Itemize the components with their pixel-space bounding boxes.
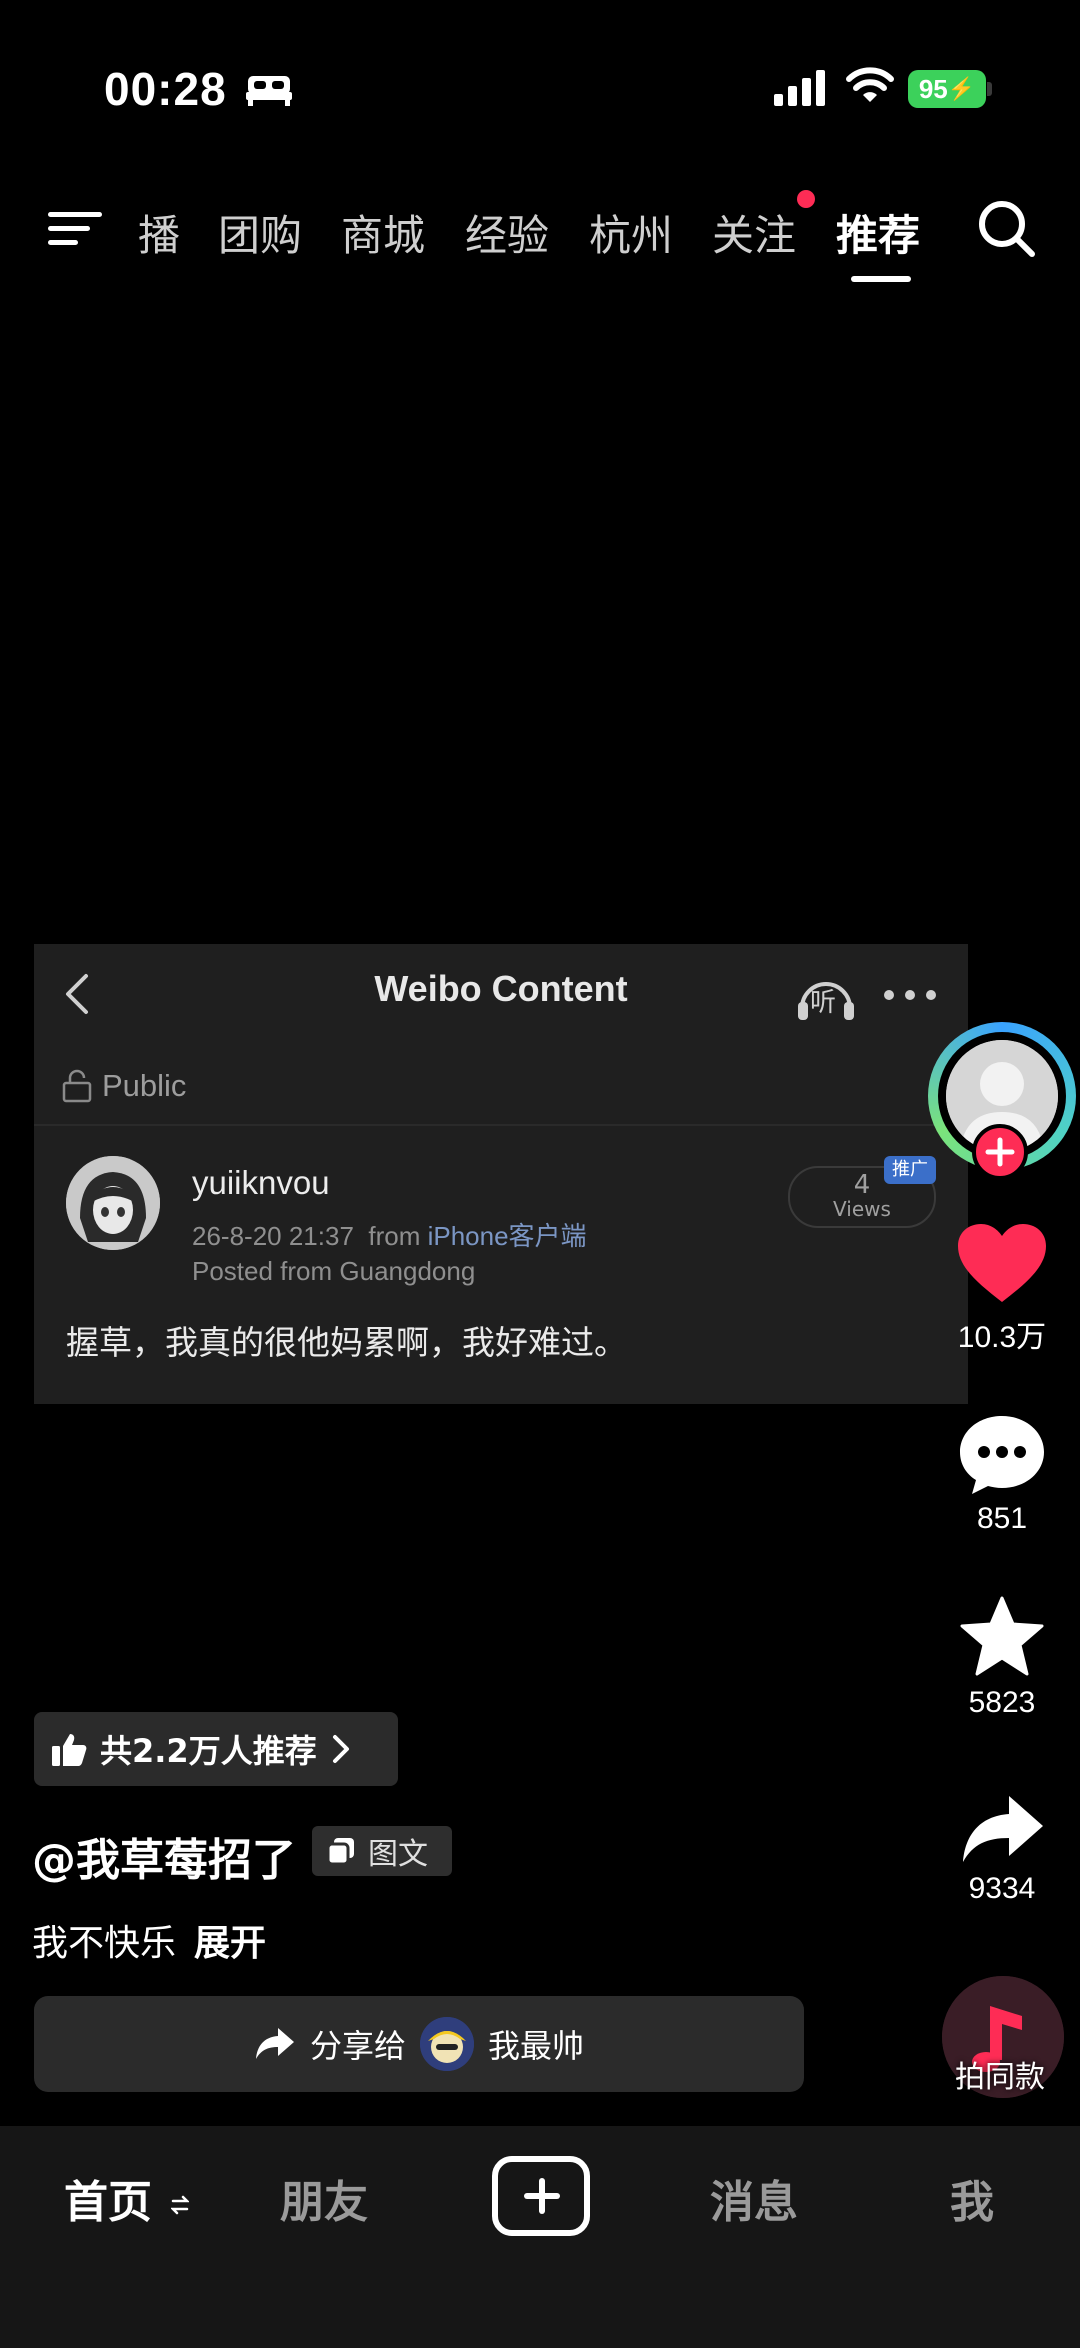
tab-mall[interactable]: 商城 — [341, 202, 425, 263]
views-label: Views — [833, 1197, 891, 1221]
post-type-label: 图文 — [368, 1837, 428, 1872]
comment-count: 851 — [976, 1502, 1028, 1535]
weibo-avatar — [66, 1156, 160, 1250]
comment-button[interactable]: 851 — [944, 1412, 1060, 1536]
tab-live[interactable]: 播 — [138, 202, 180, 263]
star-icon — [960, 1596, 1044, 1676]
share-count: 9334 — [968, 1872, 1036, 1905]
wifi-icon — [846, 67, 894, 102]
post-type-chip: 图文 — [312, 1826, 452, 1876]
more-options-icon — [884, 990, 936, 1000]
tab-experience[interactable]: 经验 — [465, 202, 549, 263]
signal-icon — [774, 70, 825, 106]
share-to-friend-bar[interactable]: 分享给 我最帅 — [34, 1996, 804, 2092]
chevron-right-icon — [332, 1735, 349, 1763]
switch-arrows-icon — [171, 2195, 190, 2215]
tab-friends[interactable]: 朋友 — [280, 2166, 368, 2230]
expand-button[interactable]: 展开 — [194, 1923, 266, 1964]
listen-label: 听 — [810, 988, 837, 1018]
active-tab-indicator — [851, 276, 911, 282]
favorite-count: 5823 — [968, 1686, 1036, 1719]
caption-text: 我不快乐 — [32, 1923, 177, 1964]
top-nav: 播 团购 商城 经验 杭州 关注 推荐 — [0, 190, 1080, 290]
caption: 我不快乐 展开 — [32, 1914, 266, 1966]
status-bar: 00:28 95 ⚡ — [0, 0, 1080, 170]
recommend-text: 共2.2万人推荐 — [100, 1732, 317, 1770]
tab-city[interactable]: 杭州 — [589, 202, 673, 263]
battery-level: 95 — [918, 73, 948, 104]
plus-icon — [524, 2178, 560, 2214]
weibo-username: yuiiknvou — [192, 1164, 330, 1201]
share-prefix: 分享给 — [309, 2027, 406, 2065]
like-button[interactable]: 10.3万 — [944, 1222, 1060, 1356]
tab-home-label: 首页 — [64, 2177, 152, 2228]
post-from: from — [368, 1221, 421, 1251]
post-body: 握草，我真的很他妈累啊，我好难过。 — [66, 1323, 627, 1362]
weibo-header: Weibo Content 听 — [34, 944, 968, 1044]
share-arrow-icon — [963, 1796, 1043, 1862]
tab-me[interactable]: 我 — [950, 2166, 994, 2230]
unlock-icon — [62, 1069, 92, 1103]
promo-badge: 推广 — [884, 1156, 936, 1184]
post-source: iPhone客户端 — [427, 1221, 587, 1251]
share-button[interactable]: 9334 — [944, 1792, 1060, 1906]
tab-home[interactable]: 首页 — [64, 2166, 190, 2230]
status-time: 00:28 — [104, 63, 227, 115]
bottom-tab-bar: 首页 朋友 消息 我 — [0, 2126, 1080, 2348]
tab-messages[interactable]: 消息 — [710, 2166, 798, 2230]
friend-avatar — [420, 2017, 474, 2071]
visibility-label: Public — [102, 1068, 187, 1103]
favorite-button[interactable]: 5823 — [944, 1594, 1060, 1720]
share-icon — [255, 2028, 294, 2059]
headphones-icon: 听 — [794, 968, 858, 1024]
share-target: 我最帅 — [488, 2027, 585, 2065]
thumbs-up-icon — [52, 1734, 87, 1766]
visibility-row: Public — [62, 1066, 186, 1106]
use-template-label[interactable]: 拍同款 — [930, 2052, 1070, 2096]
weibo-screenshot-card[interactable]: Weibo Content 听 Public yuiiknvou 26-8-20… — [34, 944, 968, 1404]
charging-icon: ⚡ — [947, 76, 976, 101]
plus-icon — [985, 1137, 1015, 1167]
tab-following[interactable]: 关注 — [712, 202, 796, 263]
post-date: 26-8-20 21:37 — [192, 1221, 354, 1251]
post-meta: 26-8-20 21:37 from iPhone客户端 — [192, 1216, 587, 1253]
author-name[interactable]: @我草莓招了 — [32, 1824, 296, 1888]
heart-icon — [958, 1224, 1046, 1302]
notification-dot — [797, 190, 815, 208]
tab-recommend[interactable]: 推荐 — [836, 202, 920, 263]
search-icon[interactable] — [976, 198, 1038, 260]
battery-cap — [987, 82, 992, 96]
follow-button[interactable] — [972, 1124, 1028, 1180]
tab-group-buy[interactable]: 团购 — [218, 202, 302, 263]
recommend-chip[interactable]: 共2.2万人推荐 — [34, 1712, 398, 1786]
create-post-button[interactable] — [492, 2156, 590, 2236]
menu-icon[interactable] — [46, 204, 104, 254]
divider — [34, 1124, 968, 1126]
battery-indicator: 95 ⚡ — [908, 70, 986, 108]
like-count: 10.3万 — [957, 1321, 1047, 1354]
bed-icon — [246, 76, 292, 106]
comment-icon — [960, 1416, 1044, 1494]
image-text-icon — [326, 1838, 354, 1866]
post-location: Posted from Guangdong — [192, 1256, 476, 1286]
